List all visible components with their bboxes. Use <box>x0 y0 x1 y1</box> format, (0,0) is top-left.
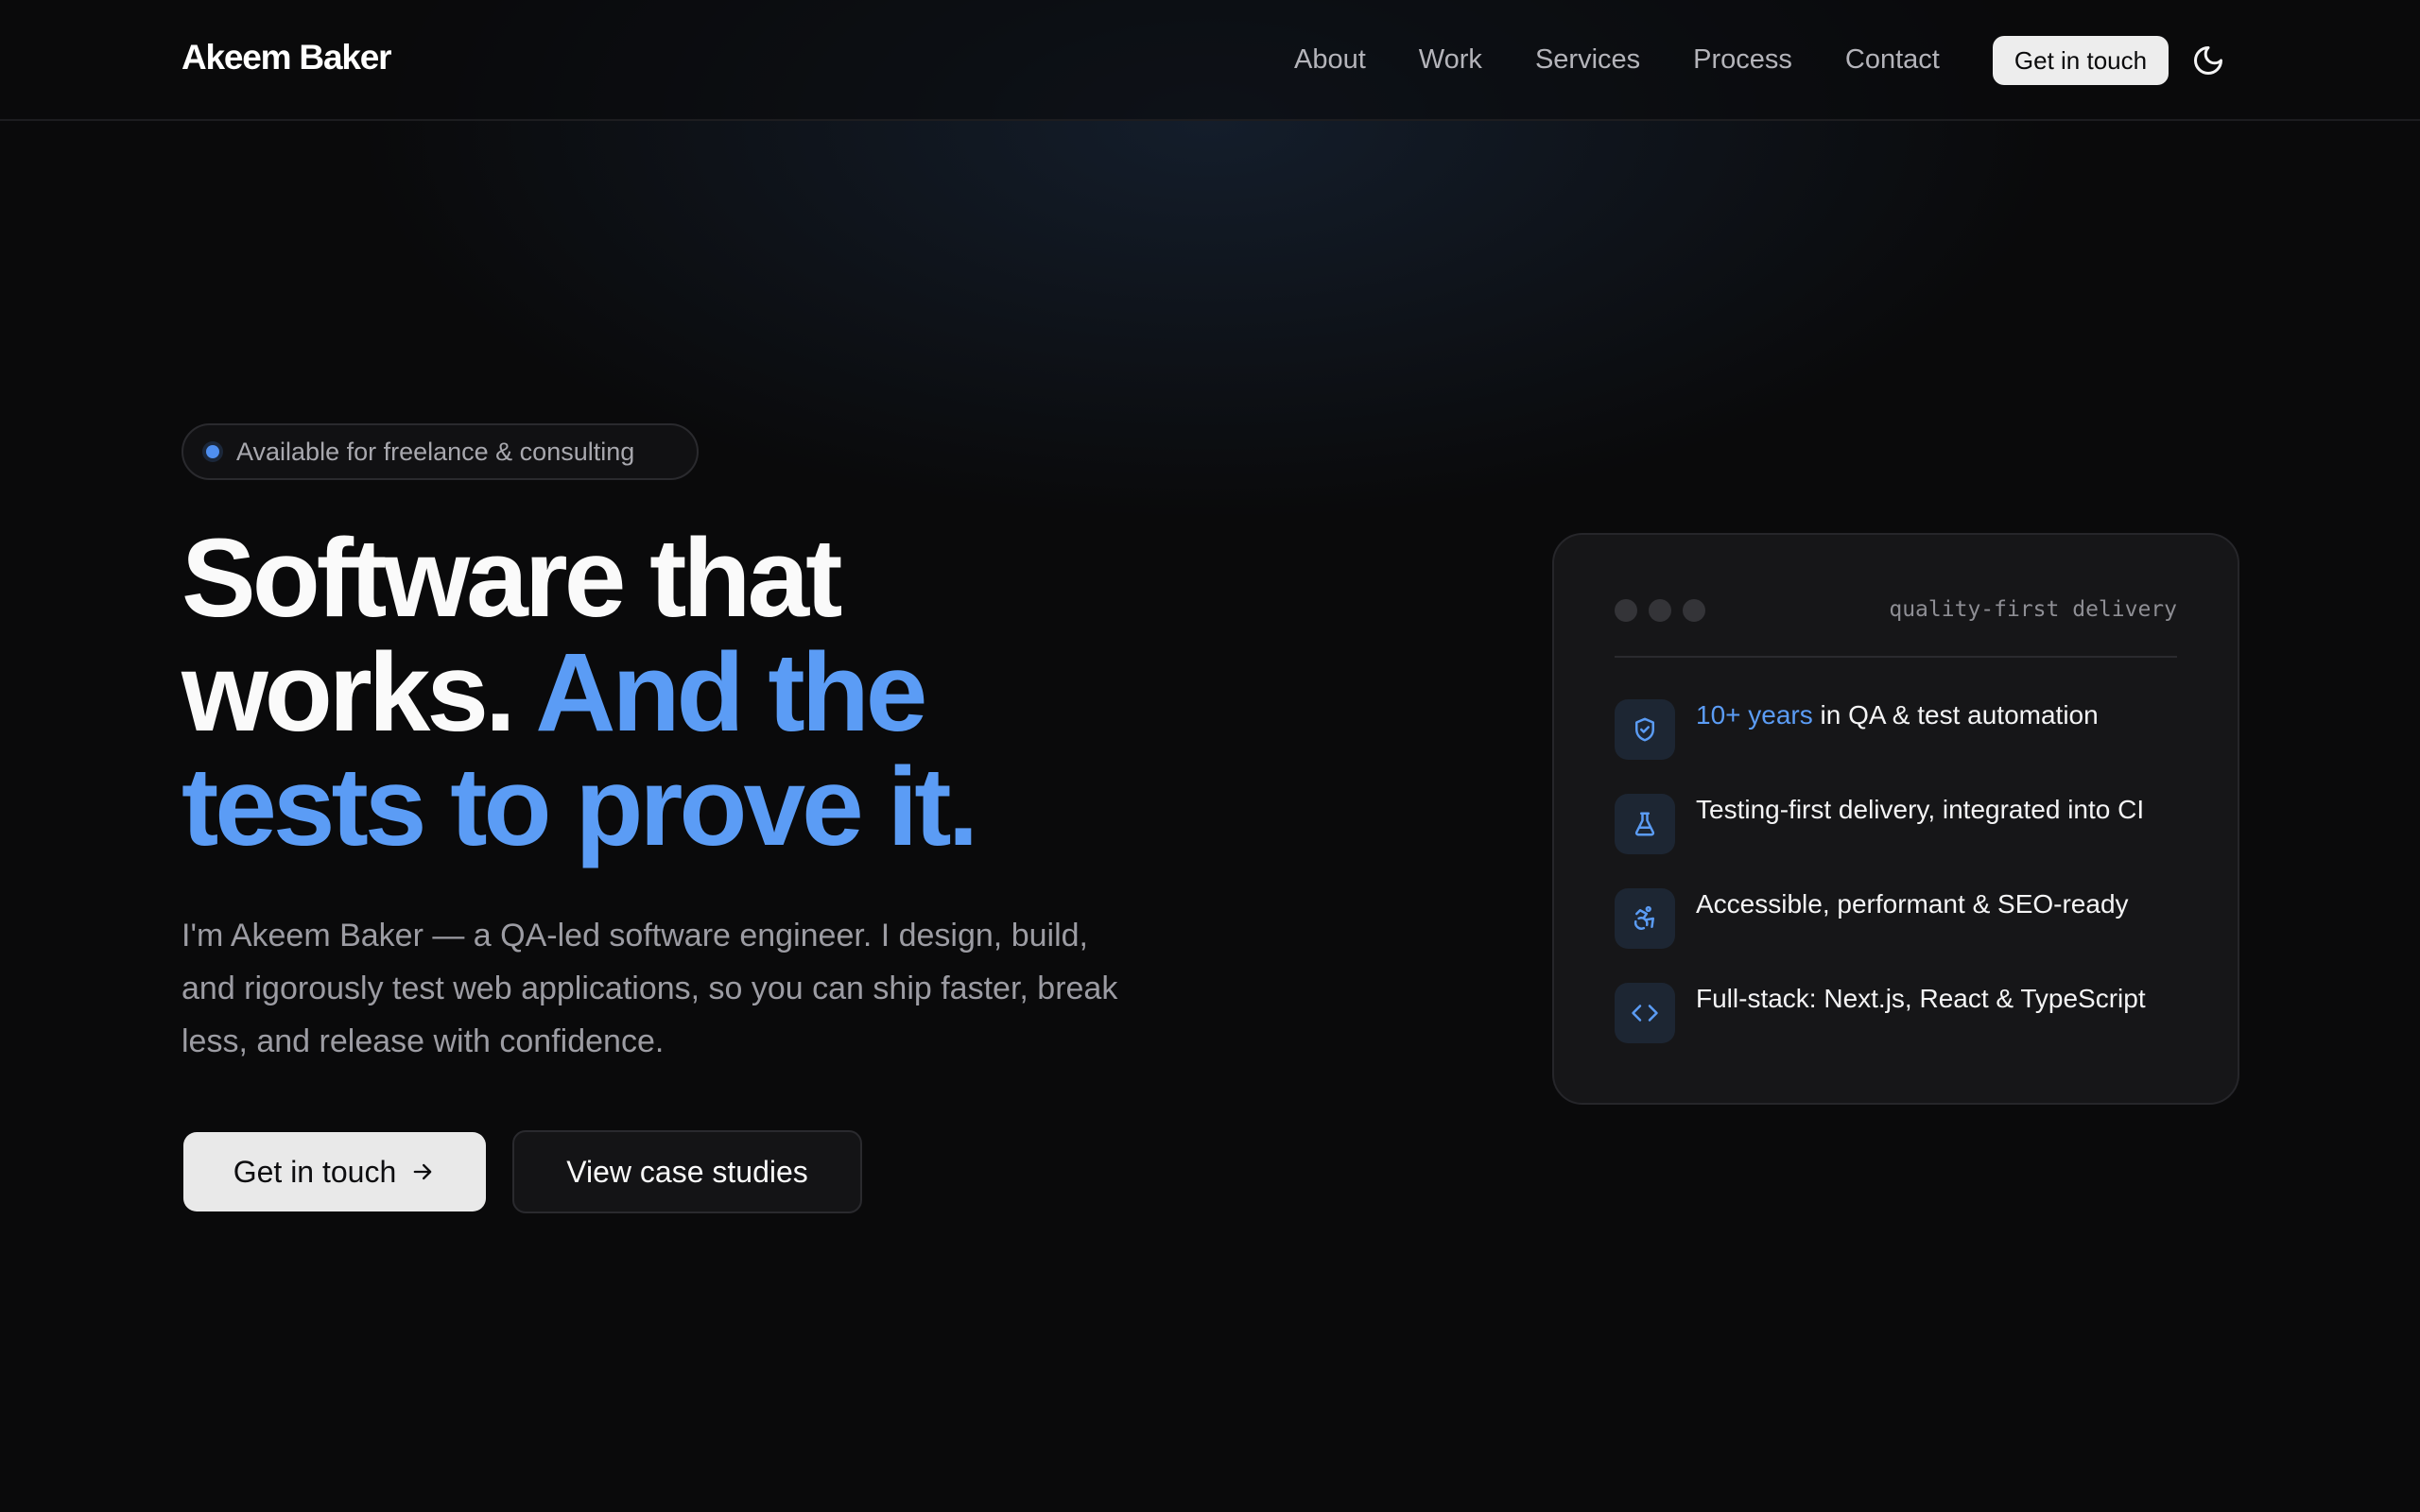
feature-label: Accessible, performant & SEO-ready <box>1696 889 2129 919</box>
get-in-touch-label: Get in touch <box>233 1154 397 1189</box>
nav-link-contact[interactable]: Contact <box>1845 42 1940 77</box>
feature-item: Accessible, performant & SEO-ready <box>1615 888 2129 949</box>
hero-headline: Software that works. And the tests to pr… <box>182 522 1221 865</box>
card-divider <box>1615 656 2177 658</box>
quality-card: quality-first delivery 10+ years in QA &… <box>1552 533 2239 1105</box>
headline-line-2: works. <box>182 630 516 755</box>
nav-link-about[interactable]: About <box>1294 42 1366 77</box>
nav-links: About Work Services Process Contact <box>1294 42 1993 77</box>
hero-lead: I'm Akeem Baker — a QA-led software engi… <box>182 918 1118 1059</box>
feature-label: Full-stack: Next.js, React & TypeScript <box>1696 984 2146 1013</box>
feature-item: 10+ years in QA & test automation <box>1615 699 2099 760</box>
nav-link-services[interactable]: Services <box>1535 42 1640 77</box>
shield-check-icon <box>1615 699 1675 760</box>
code-icon <box>1615 983 1675 1043</box>
availability-text: Available for freelance & consulting <box>236 437 635 466</box>
window-dots <box>1615 599 1717 622</box>
headline-line-1: Software that <box>182 516 842 641</box>
nav-link-work[interactable]: Work <box>1419 42 1482 77</box>
feature-item: Full-stack: Next.js, React & TypeScript <box>1615 983 2146 1043</box>
arrow-right-icon <box>409 1159 436 1185</box>
top-nav: Akeem Baker About Work Services Process … <box>0 0 2420 121</box>
view-case-studies-button[interactable]: View case studies <box>512 1130 862 1213</box>
feature-label: in QA & test automation <box>1812 700 2099 730</box>
flask-icon <box>1615 794 1675 854</box>
nav-get-in-touch-button[interactable]: Get in touch <box>1993 36 2169 85</box>
feature-text: 10+ years in QA & test automation <box>1696 699 2099 760</box>
feature-label: Testing-first delivery, integrated into … <box>1696 795 2145 824</box>
feature-highlight: 10+ years <box>1696 700 1813 730</box>
window-dot <box>1683 599 1705 622</box>
headline-accent-1: And the <box>535 630 927 755</box>
availability-badge: Available for freelance & consulting <box>182 423 699 480</box>
theme-toggle-button[interactable] <box>2189 42 2227 79</box>
nav-link-process[interactable]: Process <box>1693 42 1792 77</box>
window-dot <box>1615 599 1637 622</box>
window-dot <box>1649 599 1671 622</box>
moon-icon <box>2194 46 2222 75</box>
status-dot <box>206 445 219 458</box>
brand-logo[interactable]: Akeem Baker <box>182 38 391 77</box>
card-tag: quality-first delivery <box>1889 597 2177 622</box>
get-in-touch-button[interactable]: Get in touch <box>183 1132 486 1211</box>
accessibility-icon <box>1615 888 1675 949</box>
headline-accent-2: tests to prove it. <box>182 745 978 869</box>
feature-item: Testing-first delivery, integrated into … <box>1615 794 2144 854</box>
